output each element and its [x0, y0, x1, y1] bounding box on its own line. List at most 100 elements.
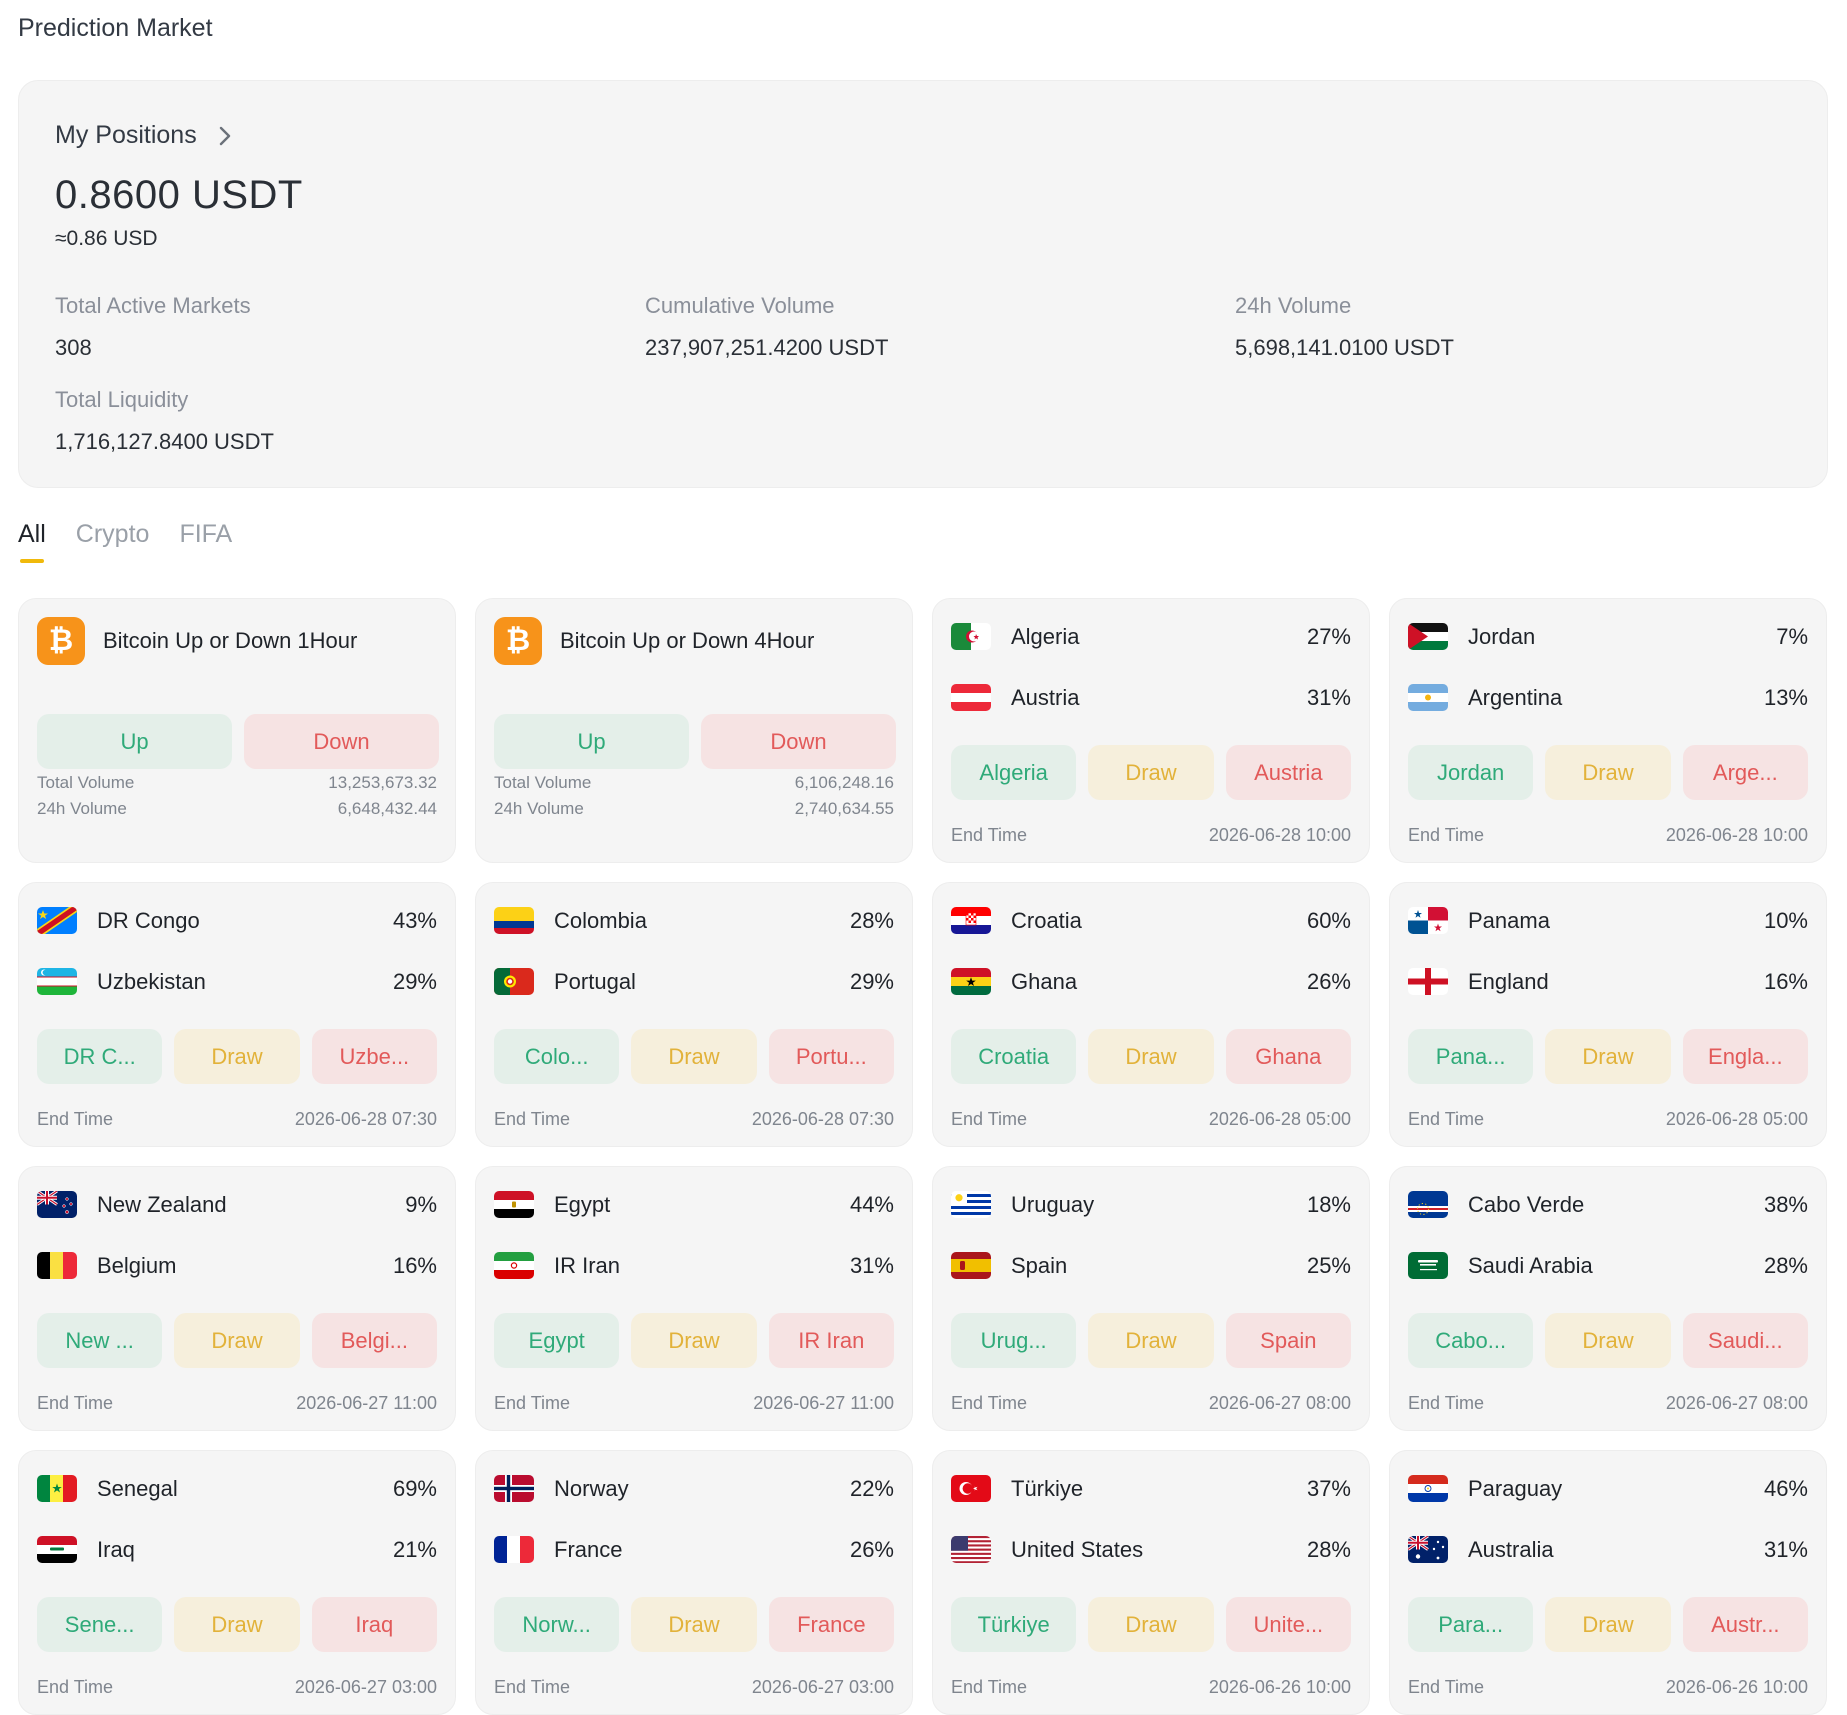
- draw-button[interactable]: Draw: [1545, 1029, 1671, 1084]
- market-card-match[interactable]: Uruguay 18% Spain 25% Urug... Draw Spain End Ti…: [932, 1166, 1370, 1431]
- home-team-row: Jordan 7%: [1408, 623, 1808, 650]
- draw-button[interactable]: Draw: [174, 1597, 300, 1652]
- market-card-match[interactable]: DR Congo 43% Uzbekistan 29% DR C... Draw Uzbe.…: [18, 882, 456, 1147]
- away-win-button[interactable]: Austr...: [1682, 1597, 1808, 1652]
- market-card-match[interactable]: Colombia 28% Portugal 29% Colo... Draw Portu..…: [475, 882, 913, 1147]
- home-win-button[interactable]: Croatia: [951, 1029, 1077, 1084]
- home-win-button[interactable]: Cabo...: [1408, 1313, 1534, 1368]
- market-card-match[interactable]: Jordan 7% Argentina 13% Jordan Draw Arge... End…: [1389, 598, 1827, 863]
- market-card-match[interactable]: Senegal 69% Iraq 21% Sene... Draw Iraq End Time…: [18, 1450, 456, 1715]
- home-win-button[interactable]: Urug...: [951, 1313, 1077, 1368]
- market-card-match[interactable]: Egypt 44% IR Iran 31% Egypt Draw IR Iran End Ti…: [475, 1166, 913, 1431]
- away-win-button[interactable]: Iraq: [311, 1597, 437, 1652]
- away-team-row: Australia 31%: [1408, 1536, 1808, 1563]
- away-team-row: Portugal 29%: [494, 968, 894, 995]
- away-win-button[interactable]: IR Iran: [768, 1313, 894, 1368]
- end-time-label: End Time: [37, 1109, 114, 1129]
- away-team-row: Uzbekistan 29%: [37, 968, 437, 995]
- home-team-name: Uruguay: [1011, 1191, 1095, 1217]
- away-win-button[interactable]: Ghana: [1225, 1029, 1351, 1084]
- saudi-arabia-flag: [1408, 1252, 1448, 1279]
- away-win-button[interactable]: Unite...: [1225, 1597, 1351, 1652]
- draw-button[interactable]: Draw: [1545, 745, 1671, 800]
- market-card-match[interactable]: Norway 22% France 26% Norw... Draw France End T…: [475, 1450, 913, 1715]
- draw-button[interactable]: Draw: [1088, 1029, 1214, 1084]
- market-card-match[interactable]: Croatia 60% Ghana 26% Croatia Draw Ghana End Ti…: [932, 882, 1370, 1147]
- home-team-row: Uruguay 18%: [951, 1191, 1351, 1218]
- away-win-button[interactable]: Uzbe...: [311, 1029, 437, 1084]
- home-team-row: Senegal 69%: [37, 1475, 437, 1502]
- away-team-probability: 31%: [1763, 1536, 1808, 1562]
- draw-button[interactable]: Draw: [631, 1029, 757, 1084]
- home-win-button[interactable]: DR C...: [37, 1029, 163, 1084]
- away-team-probability: 16%: [1763, 968, 1808, 994]
- tab-all[interactable]: All: [18, 520, 46, 563]
- home-win-button[interactable]: Sene...: [37, 1597, 163, 1652]
- draw-button[interactable]: Draw: [174, 1313, 300, 1368]
- away-win-button[interactable]: Spain: [1225, 1313, 1351, 1368]
- end-time-label: End Time: [951, 1677, 1028, 1697]
- draw-button[interactable]: Draw: [1088, 745, 1214, 800]
- end-time-row: End Time 2026-06-28 05:00: [951, 1109, 1351, 1130]
- market-card-match[interactable]: Cabo Verde 38% Saudi Arabia 28% Cabo... Draw S…: [1389, 1166, 1827, 1431]
- away-win-button[interactable]: France: [768, 1597, 894, 1652]
- away-team-row: Spain 25%: [951, 1252, 1351, 1279]
- home-win-button[interactable]: Pana...: [1408, 1029, 1534, 1084]
- my-positions-link[interactable]: My Positions: [55, 121, 231, 150]
- up-button[interactable]: Up: [37, 714, 232, 769]
- away-win-button[interactable]: Arge...: [1682, 745, 1808, 800]
- draw-button[interactable]: Draw: [1545, 1313, 1671, 1368]
- end-time-value: 2026-06-26 10:00: [1208, 1677, 1351, 1697]
- market-card-match[interactable]: Algeria 27% Austria 31% Algeria Draw Austria En…: [932, 598, 1370, 863]
- total-volume-value: 13,253,673.32: [328, 773, 437, 792]
- down-button[interactable]: Down: [244, 714, 439, 769]
- home-win-button[interactable]: Türkiye: [951, 1597, 1077, 1652]
- portugal-flag: [494, 968, 534, 995]
- end-time-label: End Time: [37, 1393, 114, 1413]
- home-team-name: Algeria: [1011, 623, 1080, 649]
- away-team-probability: 31%: [849, 1252, 894, 1278]
- up-button[interactable]: Up: [494, 714, 689, 769]
- home-win-button[interactable]: Para...: [1408, 1597, 1534, 1652]
- draw-button[interactable]: Draw: [1088, 1597, 1214, 1652]
- away-team-probability: 29%: [849, 968, 894, 994]
- tab-crypto[interactable]: Crypto: [76, 520, 150, 563]
- away-team-name: Iraq: [97, 1536, 135, 1562]
- home-team-row: Croatia 60%: [951, 907, 1351, 934]
- draw-button[interactable]: Draw: [174, 1029, 300, 1084]
- draw-button[interactable]: Draw: [631, 1597, 757, 1652]
- home-win-button[interactable]: Norw...: [494, 1597, 620, 1652]
- draw-button[interactable]: Draw: [631, 1313, 757, 1368]
- home-win-button[interactable]: Algeria: [951, 745, 1077, 800]
- market-card-match[interactable]: New Zealand 9% Belgium 16% New ... Draw Belgi.…: [18, 1166, 456, 1431]
- end-time-label: End Time: [494, 1109, 571, 1129]
- market-title: Bitcoin Up or Down 1Hour: [103, 628, 358, 653]
- volume-24h-row: 24h Volume 6,648,432.44: [37, 799, 437, 819]
- outcome-buttons: Up Down: [494, 714, 896, 769]
- market-title: Bitcoin Up or Down 4Hour: [560, 628, 815, 653]
- away-win-button[interactable]: Saudi...: [1682, 1313, 1808, 1368]
- away-win-button[interactable]: Belgi...: [311, 1313, 437, 1368]
- market-card-crypto[interactable]: ₿ Bitcoin Up or Down 4Hour Up Down Total Vol…: [475, 598, 913, 863]
- market-card-crypto[interactable]: ₿ Bitcoin Up or Down 1Hour Up Down Total Vol…: [18, 598, 456, 863]
- down-button[interactable]: Down: [701, 714, 896, 769]
- end-time-row: End Time 2026-06-26 10:00: [951, 1677, 1351, 1698]
- market-card-match[interactable]: Paraguay 46% Australia 31% Para... Draw Austr.…: [1389, 1450, 1827, 1715]
- home-win-button[interactable]: New ...: [37, 1313, 163, 1368]
- end-time-row: End Time 2026-06-27 08:00: [1408, 1393, 1808, 1414]
- away-win-button[interactable]: Portu...: [768, 1029, 894, 1084]
- home-win-button[interactable]: Egypt: [494, 1313, 620, 1368]
- market-card-match[interactable]: Panama 10% England 16% Pana... Draw Engla... En…: [1389, 882, 1827, 1147]
- tab-fifa[interactable]: FIFA: [179, 520, 232, 563]
- away-win-button[interactable]: Engla...: [1682, 1029, 1808, 1084]
- away-team-row: Ghana 26%: [951, 968, 1351, 995]
- stat-total-liquidity: Total Liquidity 1,716,127.8400 USDT: [55, 387, 274, 455]
- draw-button[interactable]: Draw: [1545, 1597, 1671, 1652]
- end-time-value: 2026-06-27 11:00: [296, 1393, 437, 1413]
- home-win-button[interactable]: Colo...: [494, 1029, 620, 1084]
- draw-button[interactable]: Draw: [1088, 1313, 1214, 1368]
- home-win-button[interactable]: Jordan: [1408, 745, 1534, 800]
- away-win-button[interactable]: Austria: [1225, 745, 1351, 800]
- united-states-flag: [951, 1536, 991, 1563]
- market-card-match[interactable]: Türkiye 37% United States 28% Türkiye Draw Uni…: [932, 1450, 1370, 1715]
